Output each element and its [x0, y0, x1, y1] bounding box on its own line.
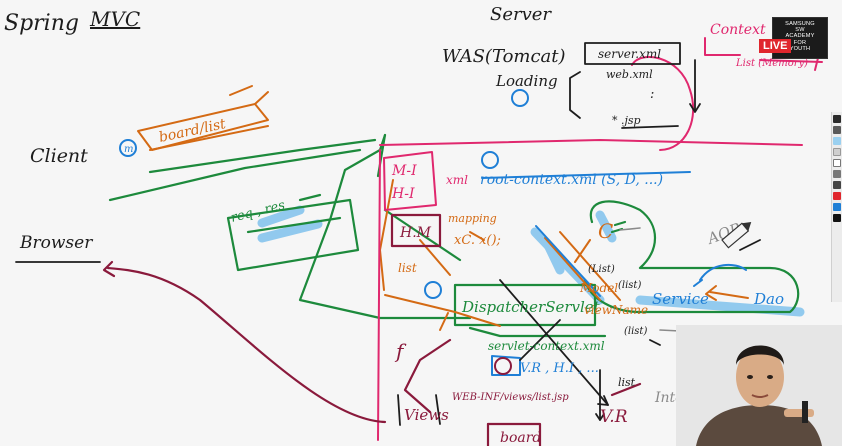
eraser-tool-icon[interactable] [833, 148, 841, 156]
c-label: C [598, 219, 613, 243]
jsp-label: * .jsp [612, 114, 641, 127]
jsp-path-label: WEB-INF/views/list.jsp [452, 392, 569, 403]
server-label: Server [490, 4, 552, 25]
mapping-label: mapping [448, 212, 497, 225]
hm-label: H.M [399, 225, 432, 241]
loading-label: Loading [495, 72, 558, 90]
list-after-label: (list) [618, 280, 641, 291]
browser-label: Browser [19, 233, 93, 253]
black-strokes [15, 42, 761, 426]
dao-label: Dao [753, 290, 784, 308]
live-indicator: LIVE [759, 39, 792, 53]
live-broadcast-badge: SAMSUNG SW ACADEMY FOR YOUTH LIVE [759, 17, 828, 59]
views-label: Views [404, 406, 449, 424]
root-context-label: root-context.xml (S, D, ...) [480, 172, 663, 188]
mi-label: M-I [391, 163, 417, 179]
color-blue-icon[interactable] [833, 203, 841, 211]
spring-title: Spring [4, 11, 79, 36]
client-label: Client [30, 145, 88, 167]
vr-big-label: V.R [600, 407, 628, 427]
marker-tool-icon[interactable] [833, 126, 841, 134]
xc-call-label: xC. x(); [454, 233, 501, 248]
web-xml-label: web.xml [606, 68, 653, 81]
vr-line-label: V.R , H.I , ... [520, 361, 599, 376]
color-black-icon[interactable] [833, 214, 841, 222]
f-letter: f [394, 339, 407, 363]
instructor-figure [676, 325, 842, 446]
maroon-strokes [102, 213, 642, 446]
select-tool-icon[interactable] [833, 170, 841, 178]
viewname-label: viewName [584, 303, 648, 317]
context-list-label: List (Memory) [735, 58, 808, 69]
board-label: board [500, 430, 541, 446]
list-small-label: (List) [588, 264, 615, 275]
highlighter-tool-icon[interactable] [833, 137, 841, 145]
was-label: WAS(Tomcat) [442, 46, 566, 67]
pen-tool-icon[interactable] [833, 115, 841, 123]
list-down-label: list [618, 376, 636, 389]
server-dots: : [650, 87, 654, 102]
service-label: Service [652, 290, 709, 308]
undo-icon[interactable] [833, 181, 841, 189]
model-label: Model [579, 281, 618, 295]
webcam-overlay [676, 325, 842, 446]
shape-tool-icon[interactable] [833, 159, 841, 167]
circle-marker-text: m [124, 144, 133, 155]
xml-label: xml [446, 173, 468, 187]
context-label: Context [710, 22, 766, 38]
dispatcher-label: DispatcherServlet [461, 298, 601, 316]
list-upper-label: list [398, 261, 417, 275]
circle-marker-dispatcher [424, 281, 442, 299]
hi-label: H-I [391, 186, 415, 202]
servlet-context-label: servlet-context.xml [488, 339, 605, 353]
circle-marker-loading [511, 89, 529, 107]
drawing-toolbar [831, 112, 842, 302]
server-xml-label: server.xml [598, 47, 661, 61]
mvc-title: MVC [89, 7, 140, 31]
circle-marker-viewresolver [494, 357, 512, 375]
circle-marker-root [481, 151, 499, 169]
list-paren-label: (list) [624, 326, 647, 337]
color-red-icon[interactable] [833, 192, 841, 200]
